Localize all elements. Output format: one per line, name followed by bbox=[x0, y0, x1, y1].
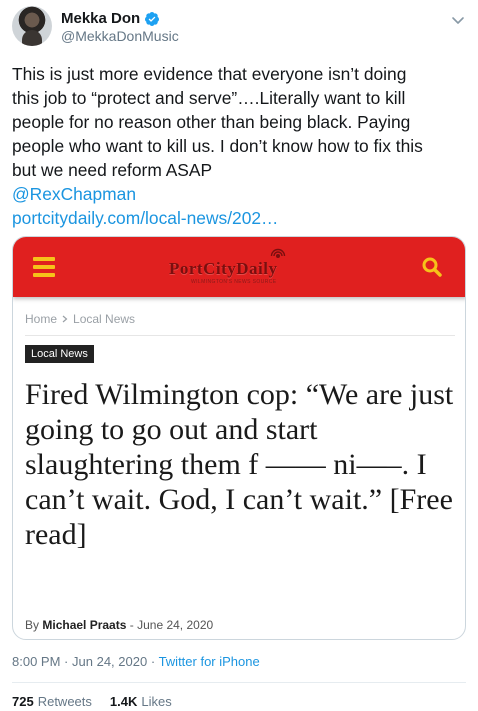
tweet-line: this job to “protect and serve”….Literal… bbox=[12, 88, 406, 108]
retweets-label: Retweets bbox=[37, 694, 92, 709]
avatar[interactable] bbox=[12, 6, 52, 46]
user-handle[interactable]: @MekkaDonMusic bbox=[61, 28, 179, 44]
divider bbox=[25, 335, 455, 336]
search-icon[interactable] bbox=[421, 256, 443, 278]
tweet-line: people who want to kill us. I don’t know… bbox=[12, 136, 423, 156]
link-preview-card[interactable]: PortCityDaily WILMINGTON'S NEWS SOURCE H… bbox=[12, 236, 466, 640]
tweet-text: This is just more evidence that everyone… bbox=[12, 62, 468, 230]
tweet-line: people for no reason other than being bl… bbox=[12, 112, 411, 132]
breadcrumb: Home Local News bbox=[25, 312, 135, 326]
likes-label: Likes bbox=[141, 694, 172, 709]
verified-badge-icon bbox=[145, 11, 160, 26]
tweet-meta: 8:00 PM · Jun 24, 2020 · Twitter for iPh… bbox=[12, 654, 260, 669]
retweets-count: 725 bbox=[12, 694, 34, 709]
tweet-header: Mekka Don @MekkaDonMusic bbox=[12, 6, 466, 50]
meta-dot: · bbox=[64, 654, 69, 669]
chevron-right-icon bbox=[62, 315, 68, 323]
tweet-line: This is just more evidence that everyone… bbox=[12, 64, 407, 84]
tweet-line: but we need reform ASAP bbox=[12, 160, 213, 180]
divider bbox=[12, 682, 466, 683]
author-name[interactable]: Michael Praats bbox=[42, 618, 126, 632]
site-header-bar: PortCityDaily WILMINGTON'S NEWS SOURCE bbox=[13, 237, 465, 297]
article-date: June 24, 2020 bbox=[137, 618, 214, 632]
tweet-date[interactable]: Jun 24, 2020 bbox=[72, 654, 147, 669]
display-name[interactable]: Mekka Don bbox=[61, 10, 140, 27]
byline: By Michael Praats - June 24, 2020 bbox=[25, 618, 213, 632]
tweet: Mekka Don @MekkaDonMusic This is just mo… bbox=[0, 0, 478, 711]
tweet-stats: 725 Retweets 1.4K Likes bbox=[12, 694, 172, 709]
byline-separator: - bbox=[129, 618, 134, 632]
url-link[interactable]: portcitydaily.com/local-news/202… bbox=[12, 206, 468, 230]
menu-icon[interactable] bbox=[33, 257, 55, 277]
likes-count: 1.4K bbox=[109, 694, 138, 709]
byline-prefix: By bbox=[25, 618, 40, 632]
category-badge[interactable]: Local News bbox=[25, 345, 94, 363]
mention-link[interactable]: @RexChapman bbox=[12, 182, 468, 206]
tweet-time[interactable]: 8:00 PM bbox=[12, 654, 60, 669]
retweets-stat[interactable]: 725 Retweets bbox=[12, 694, 92, 709]
chevron-down-icon[interactable] bbox=[450, 12, 466, 28]
breadcrumb-home[interactable]: Home bbox=[25, 312, 57, 326]
name-row: Mekka Don bbox=[61, 10, 160, 27]
breadcrumb-local-news[interactable]: Local News bbox=[73, 312, 135, 326]
likes-stat[interactable]: 1.4K Likes bbox=[110, 694, 172, 709]
article-headline[interactable]: Fired Wilmington cop: “We are just going… bbox=[25, 377, 455, 552]
tweet-source[interactable]: Twitter for iPhone bbox=[159, 654, 260, 669]
site-logo[interactable]: PortCityDaily bbox=[169, 259, 277, 279]
site-tagline: WILMINGTON'S NEWS SOURCE bbox=[191, 279, 277, 285]
meta-dot: · bbox=[150, 654, 156, 669]
